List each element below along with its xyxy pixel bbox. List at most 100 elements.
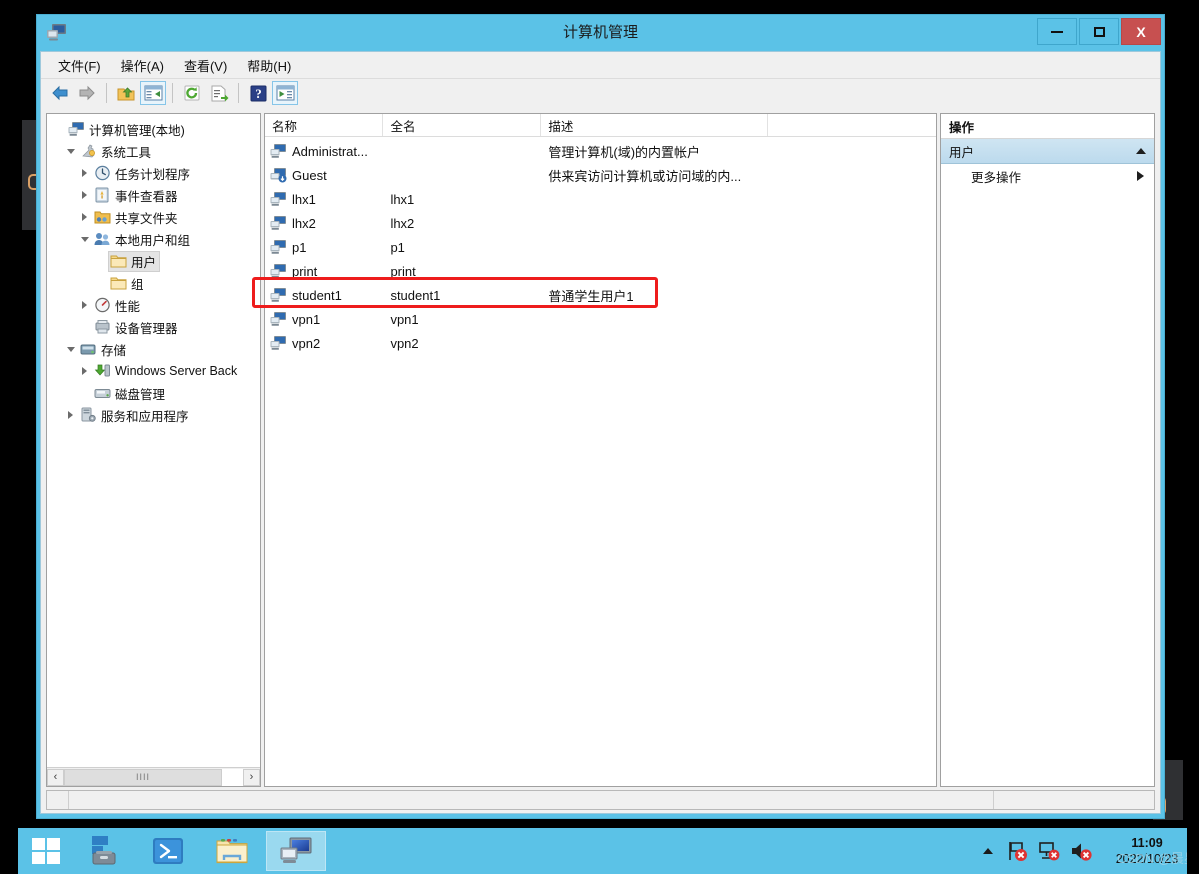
menu-view[interactable]: 查看(V): [175, 53, 236, 78]
toolbar: ?: [41, 79, 1160, 108]
tree-item-computer-management[interactable]: 计算机管理(本地): [47, 118, 260, 140]
taskbar-clock[interactable]: 11:09 2022/10/23 CSDN @晨星: [1101, 835, 1197, 867]
expander-closed[interactable]: [77, 162, 92, 184]
show-tree-icon: [144, 85, 162, 101]
expander-none: [93, 250, 108, 272]
show-action-pane-button[interactable]: [272, 81, 298, 105]
user-icon: [270, 263, 287, 279]
expander-closed[interactable]: [63, 404, 78, 426]
help-button[interactable]: ?: [245, 81, 271, 105]
expander-none: [77, 316, 92, 338]
tree-item-shared-folders[interactable]: 共享文件夹: [47, 206, 260, 228]
tree-item-event-viewer[interactable]: 事件查看器: [47, 184, 260, 206]
scroll-thumb[interactable]: IIII: [64, 768, 222, 786]
tree-horizontal-scrollbar[interactable]: ‹ IIII ›: [47, 767, 260, 786]
window-titlebar[interactable]: 计算机管理 X: [37, 15, 1164, 51]
forward-button[interactable]: [74, 81, 100, 105]
window-title: 计算机管理: [562, 24, 638, 41]
table-row[interactable]: student1 student1 普通学生用户1: [265, 283, 936, 307]
table-row[interactable]: vpn1 vpn1: [265, 307, 936, 331]
network-flag-error-icon[interactable]: [1005, 839, 1029, 863]
menu-action[interactable]: 操作(A): [112, 53, 173, 78]
disk-management-icon: [94, 385, 111, 401]
table-row[interactable]: print print: [265, 259, 936, 283]
table-row[interactable]: Guest 供来宾访问计算机或访问域的内...: [265, 163, 936, 187]
volume-muted-icon[interactable]: [1069, 839, 1093, 863]
expander-open[interactable]: [63, 338, 78, 360]
show-hidden-icons-arrow[interactable]: [983, 848, 993, 854]
file-explorer-icon: [216, 839, 248, 864]
table-row[interactable]: vpn2 vpn2: [265, 331, 936, 355]
tree-item-storage[interactable]: 存储: [47, 338, 260, 360]
scroll-track[interactable]: IIII: [64, 768, 243, 786]
back-button[interactable]: [47, 81, 73, 105]
tree-item-system-tools[interactable]: 系统工具: [47, 140, 260, 162]
column-header-fullname[interactable]: 全名: [383, 114, 542, 136]
table-row[interactable]: lhx2 lhx2: [265, 211, 936, 235]
list-header: 名称 全名 描述: [265, 114, 936, 137]
help-icon: ?: [250, 85, 266, 101]
tree-item-disk-management[interactable]: 磁盘管理: [47, 382, 260, 404]
user-disabled-icon: [270, 167, 287, 183]
expander-closed[interactable]: [77, 360, 92, 382]
taskbar-item-file-explorer[interactable]: [202, 831, 262, 871]
shared-folders-icon: [94, 209, 111, 225]
table-row[interactable]: p1 p1: [265, 235, 936, 259]
minimize-button[interactable]: [1037, 18, 1077, 45]
device-manager-icon: [94, 319, 111, 335]
tree-item-task-scheduler[interactable]: 任务计划程序: [47, 162, 260, 184]
maximize-button[interactable]: [1079, 18, 1119, 45]
action-more-actions[interactable]: 更多操作: [941, 164, 1154, 188]
tree-item-groups[interactable]: 组: [47, 272, 260, 294]
tree-item-label: 计算机管理(本地): [89, 123, 185, 138]
chevron-up-icon[interactable]: [1136, 148, 1146, 154]
table-row[interactable]: Administrat... 管理计算机(域)的内置帐户: [265, 139, 936, 163]
server-manager-icon: [92, 836, 116, 865]
cell-name: print: [292, 263, 318, 279]
expander-none: [93, 272, 108, 294]
refresh-button[interactable]: [179, 81, 205, 105]
expander-closed[interactable]: [77, 294, 92, 316]
scroll-right-button[interactable]: ›: [243, 768, 260, 786]
cell-name: vpn1: [292, 311, 321, 327]
show-console-tree-button[interactable]: [140, 81, 166, 105]
column-header-name[interactable]: 名称: [265, 114, 384, 136]
tree-item-label: 系统工具: [101, 145, 152, 160]
system-tray: 11:09 2022/10/23 CSDN @晨星: [983, 828, 1199, 874]
users-list-pane: 名称 全名 描述 Administrat... 管理计算机(域)的内置帐户 Gu…: [264, 113, 937, 787]
actions-group-users[interactable]: 用户: [941, 139, 1154, 164]
column-header-description[interactable]: 描述: [541, 114, 769, 136]
taskbar-item-server-manager[interactable]: [74, 831, 134, 871]
tree-item-label: 事件查看器: [115, 189, 178, 204]
tree-item-performance[interactable]: 性能: [47, 294, 260, 316]
export-list-button[interactable]: [206, 81, 232, 105]
menu-file[interactable]: 文件(F): [49, 53, 110, 78]
cell-name: vpn2: [292, 335, 321, 351]
expander-closed[interactable]: [77, 184, 92, 206]
expander-open[interactable]: [77, 228, 92, 250]
tree-item-services-and-applications[interactable]: 服务和应用程序: [47, 404, 260, 426]
folder-icon: [110, 275, 127, 291]
column-header-extra[interactable]: [768, 114, 936, 136]
start-button[interactable]: [18, 828, 74, 874]
user-icon: [270, 143, 287, 159]
taskbar-item-computer-management[interactable]: [266, 831, 326, 871]
expander-open[interactable]: [63, 140, 78, 162]
services-apps-icon: [80, 407, 97, 423]
tree-item-users[interactable]: 用户: [47, 250, 260, 272]
table-row[interactable]: lhx1 lhx1: [265, 187, 936, 211]
tree-item-windows-server-backup[interactable]: Windows Server Back: [47, 360, 260, 382]
network-error-icon[interactable]: [1037, 839, 1061, 863]
cell-fullname: lhx2: [390, 215, 415, 231]
folder-icon: [110, 253, 127, 269]
tree-item-local-users-and-groups[interactable]: 本地用户和组: [47, 228, 260, 250]
close-button[interactable]: X: [1121, 18, 1161, 45]
up-one-level-button[interactable]: [113, 81, 139, 105]
taskbar-item-powershell[interactable]: [138, 831, 198, 871]
expander-closed[interactable]: [77, 206, 92, 228]
export-list-icon: [211, 85, 228, 101]
scroll-left-button[interactable]: ‹: [47, 768, 64, 786]
menu-help[interactable]: 帮助(H): [238, 53, 300, 78]
computer-icon: [68, 121, 85, 137]
tree-item-device-manager[interactable]: 设备管理器: [47, 316, 260, 338]
